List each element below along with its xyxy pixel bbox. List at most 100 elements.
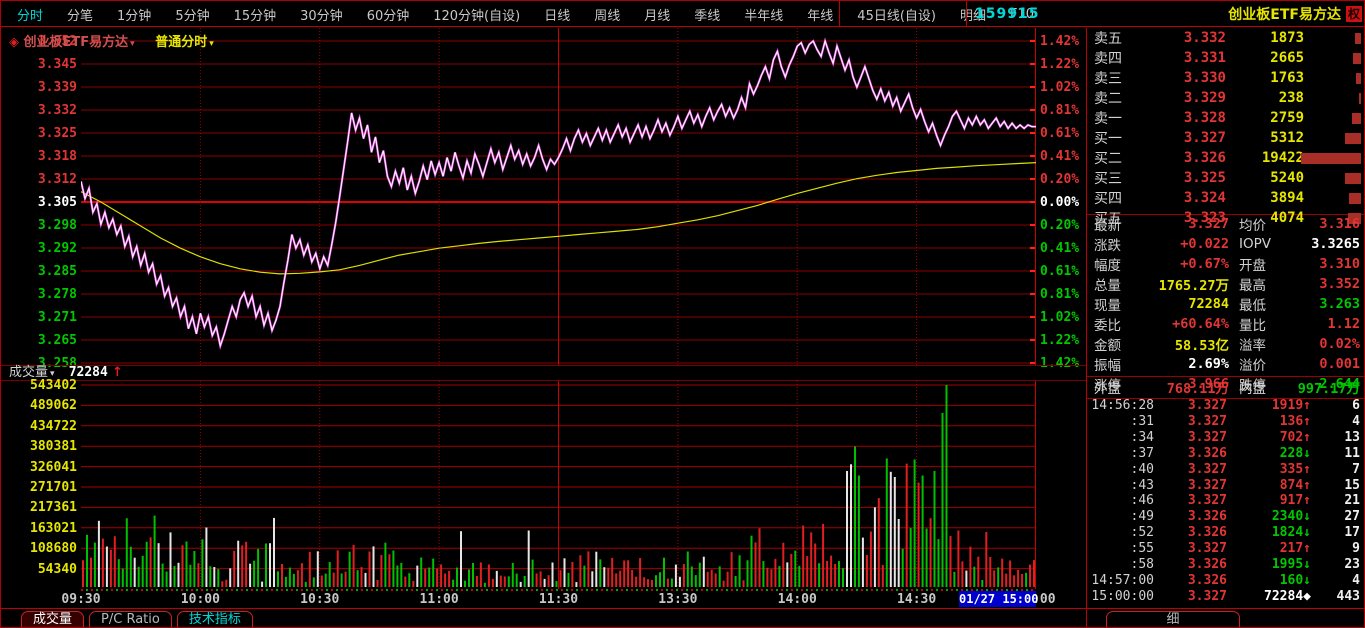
app-window: 分时分笔1分钟5分钟15分钟30分钟60分钟120分钟(自设)日线周线月线季线半… bbox=[0, 0, 1365, 628]
volume-bar bbox=[544, 579, 546, 587]
up-arrow-icon: ↑ bbox=[1303, 430, 1311, 445]
tick-volume: 136↑ bbox=[1227, 414, 1311, 429]
rights-badge[interactable]: 权 bbox=[1346, 6, 1362, 22]
tick-volume-value: 72284 bbox=[1264, 589, 1303, 604]
menu-item-14[interactable]: 45日线(自设) bbox=[845, 5, 948, 24]
volume-bar bbox=[86, 535, 88, 587]
volume-bar bbox=[914, 460, 916, 588]
price-axis-label: 3.339 bbox=[1, 80, 77, 95]
ask-row[interactable]: 卖一3.3282759 bbox=[1087, 108, 1365, 128]
volume-bar bbox=[826, 561, 828, 587]
level-volume: 2665 bbox=[1226, 50, 1304, 66]
menu-item-2[interactable]: 1分钟 bbox=[105, 5, 163, 24]
ask-row[interactable]: 卖二3.329238 bbox=[1087, 88, 1365, 108]
volume-bar bbox=[309, 552, 311, 587]
intraday-price-pane[interactable]: ◈ 创业板ETF易方达▾ 普通分时▾ 3.3521.42%3.3451.22%3… bbox=[1, 28, 1086, 365]
tab-2[interactable]: 技术指标 bbox=[177, 611, 253, 628]
volume-bar bbox=[293, 574, 295, 587]
volume-bar bbox=[802, 526, 804, 588]
stat-label: 委比 bbox=[1087, 314, 1136, 334]
chart-mode-dropdown[interactable]: 普通分时▾ bbox=[155, 35, 214, 50]
menu-item-10[interactable]: 月线 bbox=[632, 5, 682, 24]
tick-volume: 917↑ bbox=[1227, 493, 1311, 508]
bid-row[interactable]: 买二3.32619422 bbox=[1087, 148, 1365, 168]
up-arrow-icon: ↑ bbox=[1303, 478, 1311, 493]
symbol-code[interactable]: 159915 bbox=[967, 6, 1039, 22]
volume-bar bbox=[341, 574, 343, 588]
menu-item-0[interactable]: 分时 bbox=[5, 5, 55, 24]
tick-count: 13 bbox=[1311, 430, 1365, 445]
level-price: 3.325 bbox=[1140, 170, 1226, 186]
price-plot[interactable] bbox=[81, 28, 1036, 365]
bid-row[interactable]: 买三3.3255240 bbox=[1087, 168, 1365, 188]
menu-item-3[interactable]: 5分钟 bbox=[163, 5, 221, 24]
stat-label: 最高 bbox=[1229, 274, 1287, 294]
level-price: 3.324 bbox=[1140, 190, 1226, 206]
volume-bar bbox=[508, 576, 510, 587]
tab-detail[interactable]: 细 bbox=[1106, 611, 1240, 628]
volume-bar bbox=[639, 558, 641, 587]
volume-bar bbox=[659, 572, 661, 587]
ask-row[interactable]: 卖五3.3321873 bbox=[1087, 28, 1365, 48]
tick-by-tick-list[interactable]: 14:56:283.3271919↑6:313.327136↑4:343.327… bbox=[1087, 398, 1365, 604]
pct-axis-label: 0.00% bbox=[1040, 195, 1079, 210]
volume-bar bbox=[277, 571, 279, 587]
menu-item-5[interactable]: 30分钟 bbox=[288, 5, 355, 24]
volume-plot[interactable] bbox=[81, 381, 1036, 589]
volume-bar bbox=[1009, 561, 1011, 588]
bottombar-divider bbox=[1086, 609, 1087, 628]
volume-bar bbox=[225, 580, 227, 587]
volume-bar bbox=[723, 581, 725, 587]
menu-item-7[interactable]: 120分钟(自设) bbox=[421, 5, 532, 24]
volume-bar bbox=[643, 577, 645, 587]
stat-label: 振幅 bbox=[1087, 354, 1136, 374]
volume-axis-label: 380381 bbox=[1, 439, 77, 454]
volume-bar bbox=[524, 576, 526, 587]
time-axis-label: 10:00 bbox=[181, 592, 220, 607]
volume-bar bbox=[412, 581, 414, 587]
pct-axis-label: 0.20% bbox=[1040, 218, 1079, 233]
volume-bar bbox=[695, 575, 697, 587]
tick-time: 14:56:28 bbox=[1087, 398, 1154, 413]
volume-axis-label: 326041 bbox=[1, 460, 77, 475]
quote-panel: 卖五3.3321873卖四3.3312665卖三3.3301763卖二3.329… bbox=[1086, 28, 1365, 608]
menu-item-9[interactable]: 周线 bbox=[582, 5, 632, 24]
volume-axis-label: 108680 bbox=[1, 541, 77, 556]
tick-volume-value: 228 bbox=[1280, 446, 1303, 461]
menu-item-12[interactable]: 半年线 bbox=[732, 5, 795, 24]
ask-row[interactable]: 卖四3.3312665 bbox=[1087, 48, 1365, 68]
volume-bar bbox=[981, 580, 983, 587]
volume-bar bbox=[902, 549, 904, 587]
ask-row[interactable]: 卖三3.3301763 bbox=[1087, 68, 1365, 88]
volume-bar bbox=[707, 572, 709, 587]
tick-time: :31 bbox=[1087, 414, 1154, 429]
volume-bar bbox=[930, 518, 932, 587]
pct-axis-label: 0.81% bbox=[1040, 103, 1079, 118]
volume-bar bbox=[961, 561, 963, 587]
volume-bar bbox=[189, 565, 191, 587]
tab-0[interactable]: 成交量 bbox=[21, 611, 84, 628]
volume-bar bbox=[162, 564, 164, 587]
volume-bar bbox=[528, 531, 530, 588]
tab-1[interactable]: P/C Ratio bbox=[89, 611, 172, 628]
menu-item-1[interactable]: 分笔 bbox=[55, 5, 105, 24]
volume-bar bbox=[285, 577, 287, 587]
volume-bar bbox=[870, 532, 872, 588]
bid-row[interactable]: 买一3.3275312 bbox=[1087, 128, 1365, 148]
up-arrow-icon: ↑ bbox=[1303, 493, 1311, 508]
price-axis-label: 3.265 bbox=[1, 333, 77, 348]
menu-item-13[interactable]: 年线 bbox=[795, 5, 845, 24]
down-arrow-icon: ↓ bbox=[1303, 573, 1311, 588]
tick-time: 15:00:00 bbox=[1087, 589, 1154, 604]
level-price: 3.328 bbox=[1140, 110, 1226, 126]
volume-bar bbox=[953, 572, 955, 587]
menu-item-11[interactable]: 季线 bbox=[682, 5, 732, 24]
menu-item-6[interactable]: 60分钟 bbox=[355, 5, 422, 24]
volume-bar bbox=[906, 464, 908, 587]
volume-pane[interactable]: 5434010868016302121736127170132604138038… bbox=[1, 381, 1086, 589]
menu-item-8[interactable]: 日线 bbox=[532, 5, 582, 24]
menu-item-4[interactable]: 15分钟 bbox=[222, 5, 289, 24]
bid-row[interactable]: 买四3.3243894 bbox=[1087, 188, 1365, 208]
down-arrow-icon: ↓ bbox=[1303, 509, 1311, 524]
chart-symbol-dropdown[interactable]: ◈ 创业板ETF易方达▾ bbox=[9, 35, 135, 50]
